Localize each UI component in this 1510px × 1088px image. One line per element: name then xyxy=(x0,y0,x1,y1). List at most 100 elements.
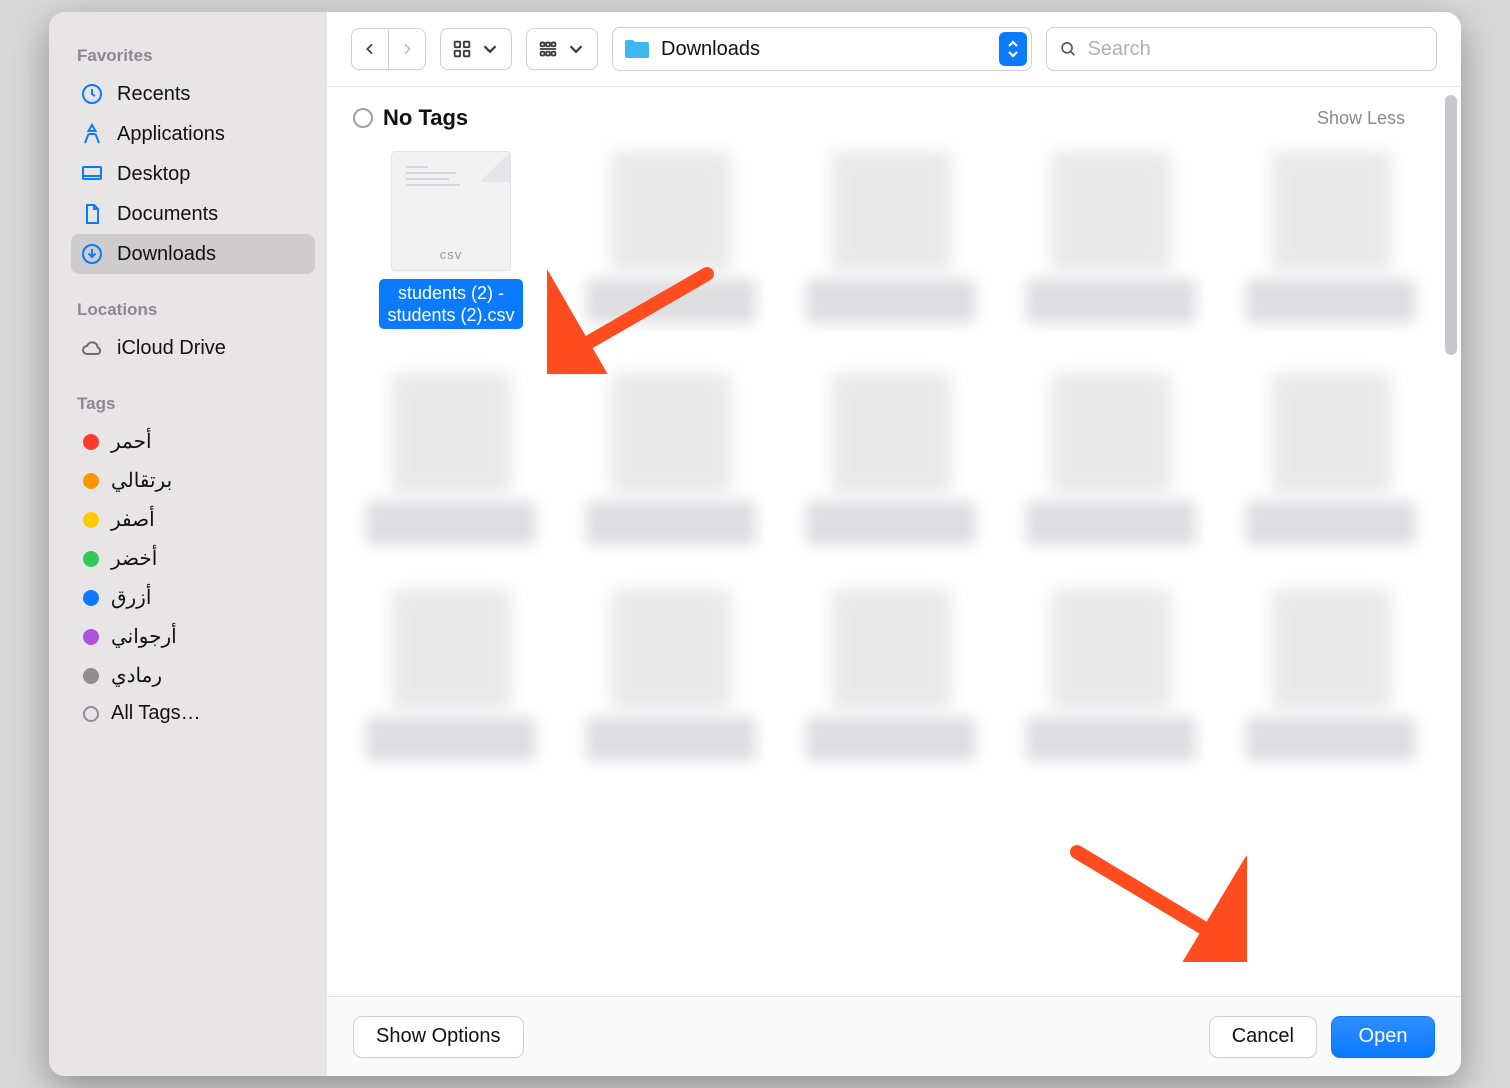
file-item-blurred[interactable] xyxy=(1241,373,1421,545)
app-icon xyxy=(79,121,105,147)
file-name-label xyxy=(806,501,976,545)
group-by-button[interactable] xyxy=(526,28,598,70)
file-name-label xyxy=(586,279,756,323)
sidebar-item-label: Desktop xyxy=(117,163,305,186)
sidebar-item-label: أصفر xyxy=(111,507,305,532)
file-thumbnail xyxy=(831,151,951,271)
file-thumbnail xyxy=(391,589,511,709)
sidebar-tag-purple[interactable]: أرجواني xyxy=(71,617,315,656)
sidebar-item-label: رمادي xyxy=(111,663,305,688)
file-item-blurred[interactable] xyxy=(1021,151,1201,329)
file-name-label xyxy=(366,717,536,761)
main-panel: Downloads No Ta xyxy=(327,12,1461,1076)
sidebar-tag-orange[interactable]: برتقالي xyxy=(71,461,315,500)
clock-icon xyxy=(79,81,105,107)
sidebar-item-label: Recents xyxy=(117,83,305,106)
file-grid: csv students (2) - students (2).csv xyxy=(327,141,1461,791)
sidebar-item-all-tags[interactable]: All Tags… xyxy=(71,695,315,732)
sidebar-item-label: Downloads xyxy=(117,243,305,266)
file-extension-badge: csv xyxy=(392,247,510,262)
location-label: Downloads xyxy=(661,38,989,61)
sidebar-tag-blue[interactable]: أزرق xyxy=(71,578,315,617)
sidebar-item-downloads[interactable]: Downloads xyxy=(71,234,315,274)
tag-dot-icon xyxy=(83,551,99,567)
group-icon xyxy=(537,38,559,60)
file-item-blurred[interactable] xyxy=(361,589,541,761)
tag-dot-icon xyxy=(83,434,99,450)
group-title: No Tags xyxy=(383,105,468,131)
file-item-blurred[interactable] xyxy=(1241,589,1421,761)
chevron-right-icon xyxy=(399,41,415,57)
tag-dot-icon xyxy=(83,668,99,684)
folder-icon xyxy=(623,38,651,60)
sidebar-item-label: برتقالي xyxy=(111,468,305,493)
sidebar-item-applications[interactable]: Applications xyxy=(71,114,315,154)
search-field[interactable] xyxy=(1046,27,1437,71)
file-thumbnail xyxy=(1051,589,1171,709)
file-item-blurred[interactable] xyxy=(1241,151,1421,329)
scrollbar[interactable] xyxy=(1445,95,1457,355)
sidebar-item-label: Applications xyxy=(117,123,305,146)
cloud-icon xyxy=(79,335,105,361)
location-popup[interactable]: Downloads xyxy=(612,27,1032,71)
sidebar-item-label: أزرق xyxy=(111,585,305,610)
file-item-blurred[interactable] xyxy=(581,589,761,761)
sidebar-item-documents[interactable]: Documents xyxy=(71,194,315,234)
file-item-blurred[interactable] xyxy=(581,373,761,545)
file-item-blurred[interactable] xyxy=(801,589,981,761)
sidebar-item-desktop[interactable]: Desktop xyxy=(71,154,315,194)
sidebar-item-label: All Tags… xyxy=(111,702,305,725)
file-item-blurred[interactable] xyxy=(801,151,981,329)
forward-button[interactable] xyxy=(388,28,426,70)
file-item-blurred[interactable] xyxy=(581,151,761,329)
file-thumbnail xyxy=(831,373,951,493)
file-thumbnail xyxy=(611,151,731,271)
sidebar-item-label: أحمر xyxy=(111,429,305,454)
search-input[interactable] xyxy=(1087,38,1424,61)
file-name-label xyxy=(1246,717,1416,761)
sidebar-section-locations: Locations xyxy=(77,300,315,320)
file-thumbnail xyxy=(611,589,731,709)
file-name-label xyxy=(1026,501,1196,545)
desktop-icon xyxy=(79,161,105,187)
all-tags-icon xyxy=(83,706,99,722)
file-name-label xyxy=(1246,279,1416,323)
download-icon xyxy=(79,241,105,267)
file-item-students-csv[interactable]: csv students (2) - students (2).csv xyxy=(361,151,541,329)
toolbar: Downloads xyxy=(327,12,1461,86)
sidebar-item-label: iCloud Drive xyxy=(117,337,305,360)
icon-grid-icon xyxy=(451,38,473,60)
cancel-button[interactable]: Cancel xyxy=(1209,1016,1317,1058)
tag-dot-icon xyxy=(83,512,99,528)
file-name-label xyxy=(586,717,756,761)
file-thumbnail: csv xyxy=(391,151,511,271)
sidebar-section-tags: Tags xyxy=(77,394,315,414)
sidebar-item-recents[interactable]: Recents xyxy=(71,74,315,114)
file-item-blurred[interactable] xyxy=(361,373,541,545)
view-mode-icon-button[interactable] xyxy=(440,28,512,70)
sidebar: Favorites Recents Applications xyxy=(49,12,327,1076)
file-name-label xyxy=(1026,717,1196,761)
file-item-blurred[interactable] xyxy=(1021,373,1201,545)
no-tag-icon xyxy=(353,108,373,128)
dialog-footer: Show Options Cancel Open xyxy=(327,996,1461,1076)
sidebar-item-icloud-drive[interactable]: iCloud Drive xyxy=(71,328,315,368)
chevron-down-icon xyxy=(479,38,501,60)
sidebar-tag-yellow[interactable]: أصفر xyxy=(71,500,315,539)
sidebar-tag-green[interactable]: أخضر xyxy=(71,539,315,578)
file-item-blurred[interactable] xyxy=(801,373,981,545)
open-button[interactable]: Open xyxy=(1331,1016,1435,1058)
sidebar-section-favorites: Favorites xyxy=(77,46,315,66)
open-file-dialog: Favorites Recents Applications xyxy=(49,12,1461,1076)
show-options-button[interactable]: Show Options xyxy=(353,1016,524,1058)
file-grid-area: No Tags Show Less csv xyxy=(327,86,1461,996)
sidebar-item-label: أرجواني xyxy=(111,624,305,649)
show-less-button[interactable]: Show Less xyxy=(1317,108,1435,129)
tag-dot-icon xyxy=(83,473,99,489)
sidebar-tag-gray[interactable]: رمادي xyxy=(71,656,315,695)
file-item-blurred[interactable] xyxy=(1021,589,1201,761)
document-icon xyxy=(79,201,105,227)
back-button[interactable] xyxy=(351,28,388,70)
sidebar-tag-red[interactable]: أحمر xyxy=(71,422,315,461)
file-thumbnail xyxy=(1051,373,1171,493)
